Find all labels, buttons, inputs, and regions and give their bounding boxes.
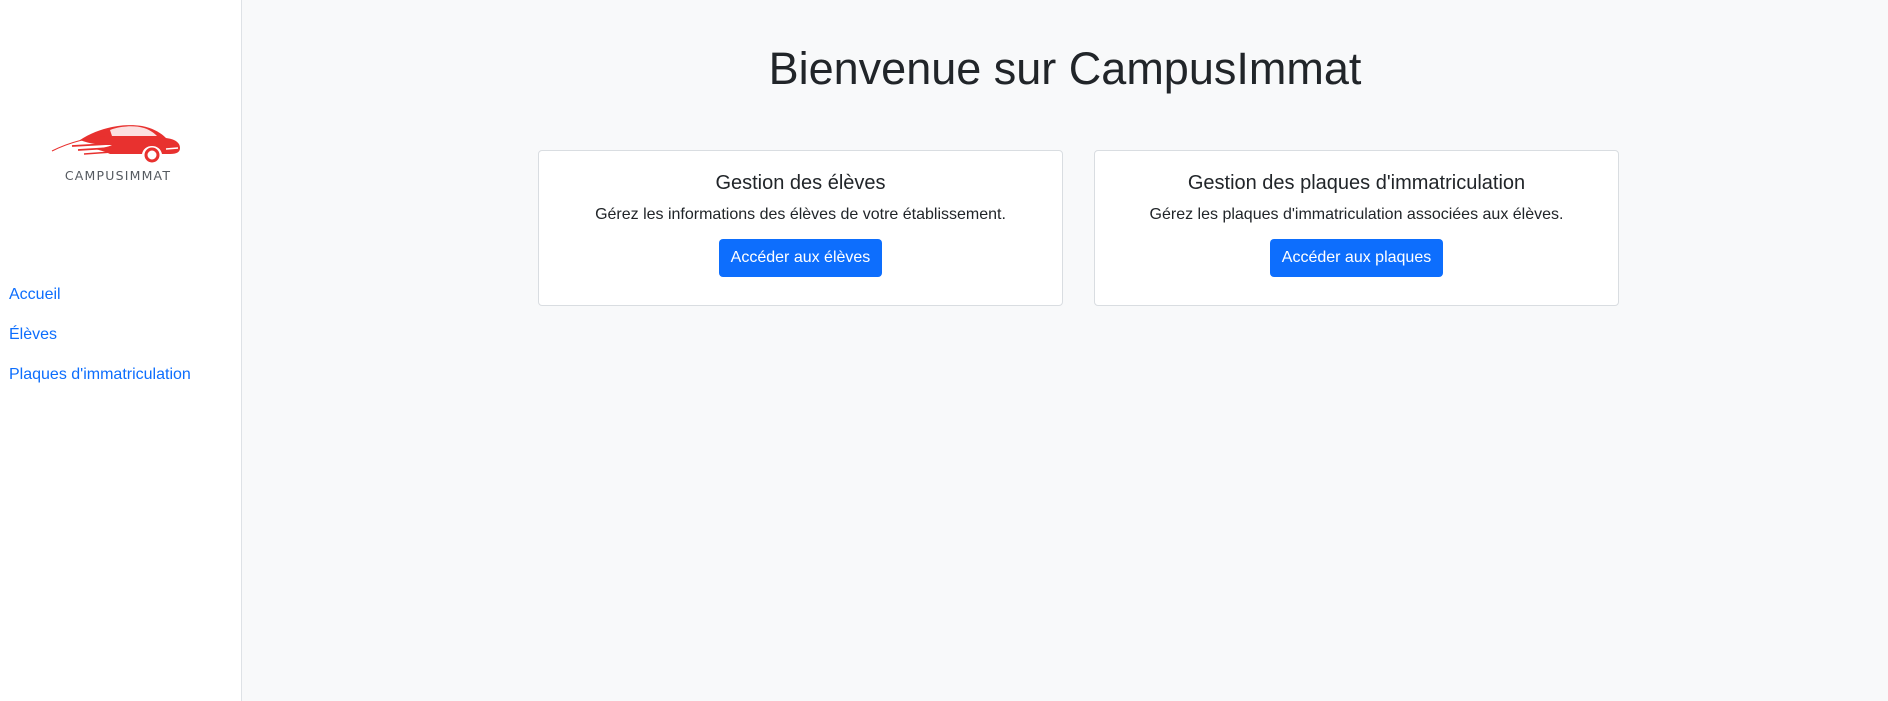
- access-eleves-button[interactable]: Accéder aux élèves: [718, 239, 883, 277]
- sidebar: CAMPUSIMMAT Accueil Élèves Plaques d'imm…: [0, 0, 242, 701]
- card-title: Gestion des plaques d'immatriculation: [1187, 172, 1526, 194]
- nav-link-plaques[interactable]: Plaques d'immatriculation: [9, 366, 191, 383]
- app: CAMPUSIMMAT Accueil Élèves Plaques d'imm…: [0, 0, 1888, 701]
- sidebar-item-accueil: Accueil: [9, 283, 191, 323]
- card-text: Gérez les plaques d'immatriculation asso…: [1149, 206, 1564, 223]
- sidebar-item-plaques: Plaques d'immatriculation: [9, 363, 191, 403]
- logo-text: CAMPUSIMMAT: [64, 168, 172, 183]
- main-content: Bienvenue sur CampusImmat Gestion des él…: [242, 0, 1888, 701]
- car-logo-icon: [51, 125, 180, 163]
- sidebar-nav: Accueil Élèves Plaques d'immatriculation: [9, 283, 191, 403]
- nav-link-eleves[interactable]: Élèves: [9, 326, 57, 343]
- access-plaques-button[interactable]: Accéder aux plaques: [1269, 239, 1444, 277]
- card-eleves: Gestion des élèves Gérez les information…: [538, 150, 1063, 306]
- card-text: Gérez les informations des élèves de vot…: [595, 206, 1006, 223]
- sidebar-item-eleves: Élèves: [9, 323, 191, 363]
- page-title: Bienvenue sur CampusImmat: [768, 43, 1362, 94]
- card-title: Gestion des élèves: [715, 172, 886, 194]
- nav-link-accueil[interactable]: Accueil: [9, 286, 61, 303]
- logo[interactable]: CAMPUSIMMAT: [50, 118, 186, 186]
- cards-container: Gestion des élèves Gérez les information…: [538, 150, 1619, 306]
- card-plaques: Gestion des plaques d'immatriculation Gé…: [1094, 150, 1619, 306]
